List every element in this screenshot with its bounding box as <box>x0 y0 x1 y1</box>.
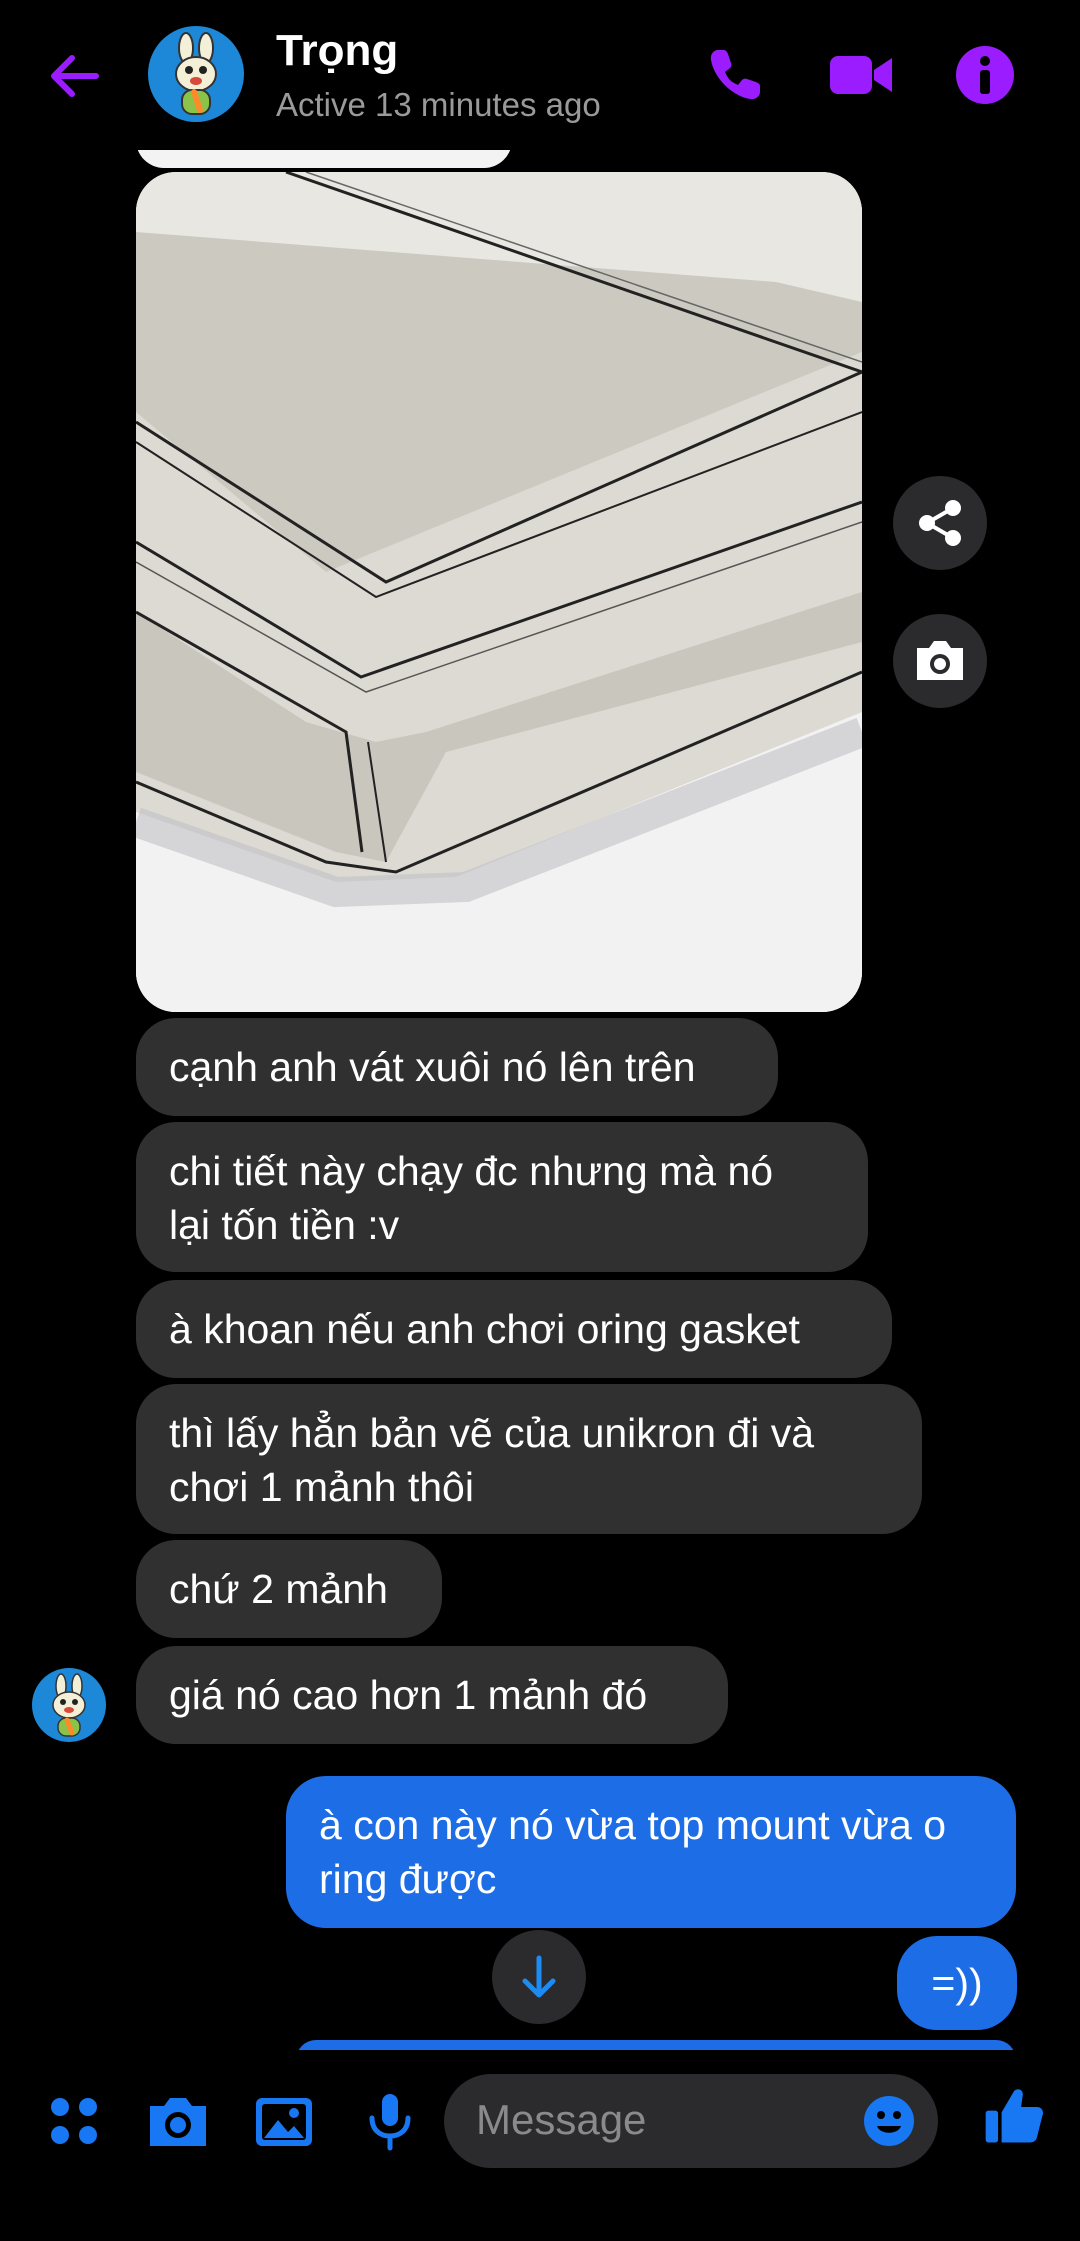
incoming-message[interactable]: giá nó cao hơn 1 mảnh đó <box>136 1646 728 1744</box>
back-arrow-icon[interactable] <box>44 46 104 106</box>
arrow-down-icon <box>522 1955 556 1998</box>
scroll-to-bottom-button[interactable] <box>492 1930 586 2024</box>
image-attachment[interactable] <box>136 172 862 1012</box>
microphone-icon[interactable] <box>354 2090 426 2152</box>
incoming-message[interactable]: à khoan nếu anh chơi oring gasket <box>136 1280 892 1378</box>
contact-name[interactable]: Trọng <box>276 26 398 76</box>
incoming-message[interactable]: thì lấy hẳn bản vẽ của unikron đi và chơ… <box>136 1384 922 1534</box>
phone-icon[interactable] <box>700 40 770 110</box>
share-button[interactable] <box>893 476 987 570</box>
active-status: Active 13 minutes ago <box>276 86 601 123</box>
camera-icon <box>917 641 963 680</box>
conversation-header: Trọng Active 13 minutes ago <box>0 0 1080 150</box>
sender-avatar[interactable] <box>32 1668 106 1742</box>
message-placeholder: Message <box>476 2096 647 2143</box>
video-call-icon[interactable] <box>826 40 896 110</box>
gallery-icon[interactable] <box>248 2090 320 2152</box>
apps-grid-icon[interactable] <box>38 2090 110 2152</box>
message-input[interactable]: Message <box>444 2074 938 2168</box>
incoming-message[interactable]: chứ 2 mảnh <box>136 1540 442 1638</box>
incoming-message[interactable]: cạnh anh vát xuôi nó lên trên <box>136 1018 778 1116</box>
incoming-message[interactable]: chi tiết này chạy đc nhưng mà nó lại tốn… <box>136 1122 868 1272</box>
emoji-icon[interactable] <box>862 2094 916 2148</box>
thumbs-up-icon[interactable] <box>978 2084 1050 2146</box>
outgoing-message[interactable]: =)) <box>897 1936 1017 2030</box>
share-icon <box>919 500 961 546</box>
avatar[interactable] <box>148 26 244 122</box>
camera-effect-button[interactable] <box>893 614 987 708</box>
outgoing-message[interactable]: à con này nó vừa top mount vừa o ring đư… <box>286 1776 1016 1928</box>
info-icon[interactable] <box>950 40 1020 110</box>
camera-icon[interactable] <box>142 2090 214 2152</box>
